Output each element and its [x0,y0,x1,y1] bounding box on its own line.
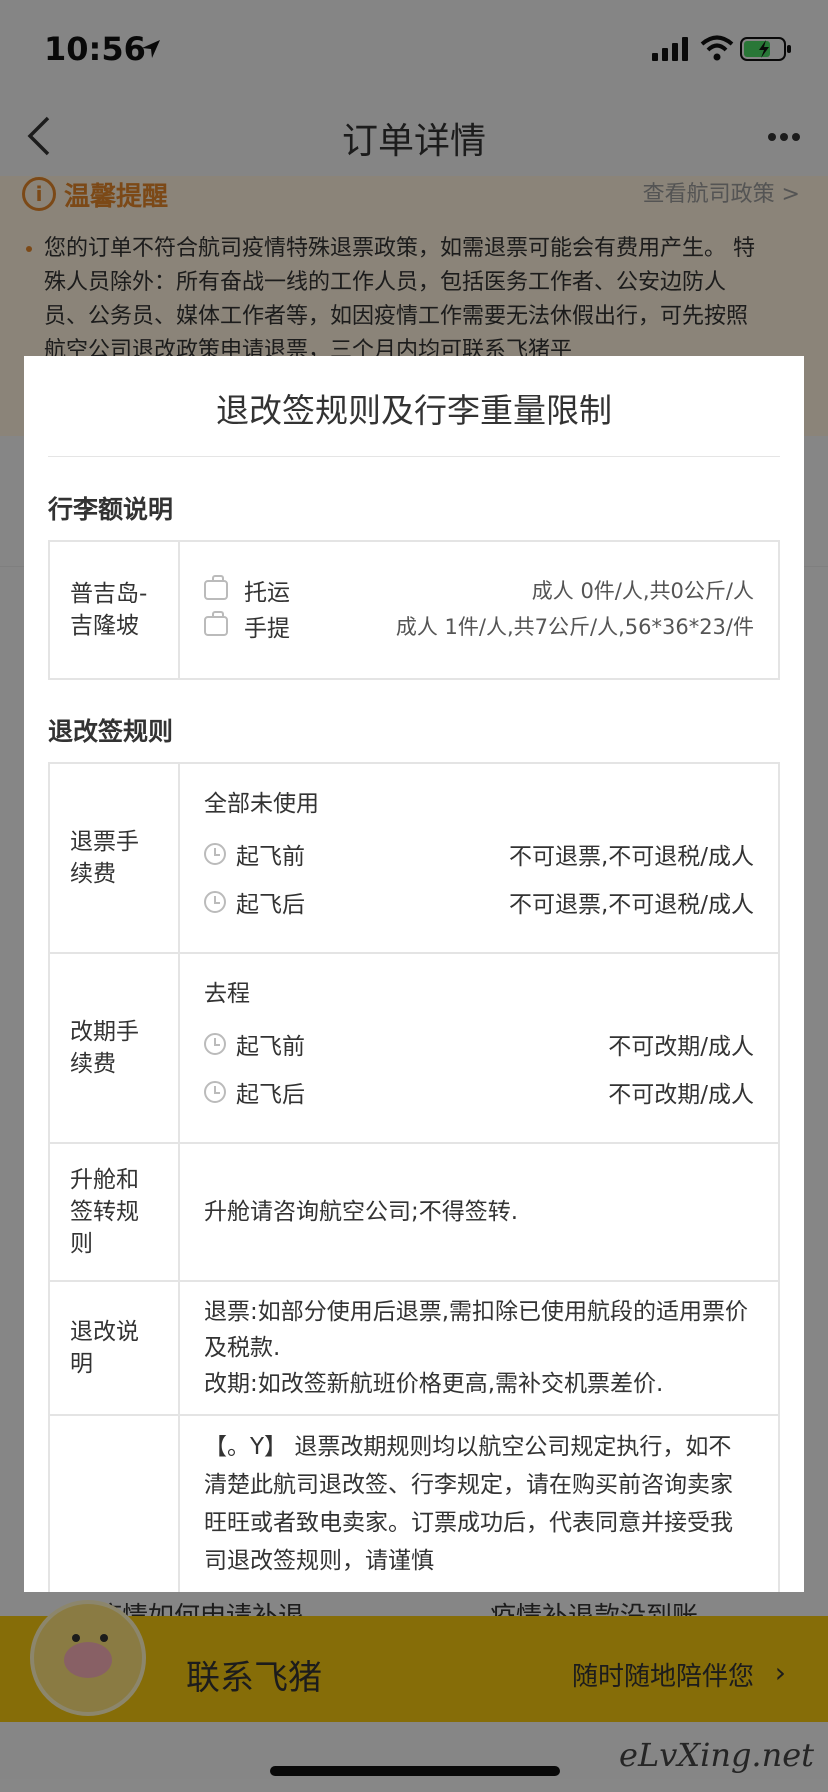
rule-value: 不可改期/成人 [608,1082,754,1108]
disclaimer-text: 【。Y】 退票改期规则均以航空公司规定执行，如不清楚此航司退改签、行李规定，请在… [204,1434,733,1574]
rule-value: 不可退票,不可退税/成人 [508,844,754,870]
refund-fee-label: 退票手续费 [50,764,180,952]
luggage-icon [204,575,228,600]
change-fee-row: 改期手续费 去程 起飞前 不可改期/成人 起飞后 不可改期/成人 [50,954,778,1144]
luggage-icon [204,611,228,636]
explain-change-text: 改期:如改签新航班价格更高,需补交机票差价. [204,1371,664,1397]
rule-line: 起飞前 不可退票,不可退税/成人 [204,830,754,878]
baggage-item: 手提 成人 1件/人,共7公斤/人,56*36*23/件 [204,608,754,644]
baggage-type: 手提 [244,616,290,642]
upgrade-text: 升舱请咨询航空公司;不得签转. [204,1199,519,1225]
baggage-allowance: 成人 1件/人,共7公斤/人,56*36*23/件 [395,615,754,639]
baggage-item: 托运 成人 0件/人,共0公斤/人 [204,572,754,608]
baggage-table: 普吉岛-吉隆坡 托运 成人 0件/人,共0公斤/人 手提 成人 1件/人,共7公… [48,540,780,680]
clock-icon [204,891,226,913]
clock-icon [204,843,226,865]
rule-line: 起飞前 不可改期/成人 [204,1020,754,1068]
clock-icon [204,1081,226,1103]
upgrade-label: 升舱和签转规则 [50,1144,180,1280]
modal-title: 退改签规则及行李重量限制 [216,391,612,430]
rules-section-title: 退改签规则 [48,717,174,746]
change-subhead: 去程 [204,981,250,1007]
disclaimer-label [50,1416,180,1592]
rule-line: 起飞后 不可改期/成人 [204,1068,754,1116]
baggage-row: 普吉岛-吉隆坡 托运 成人 0件/人,共0公斤/人 手提 成人 1件/人,共7公… [50,542,778,678]
rule-timing: 起飞前 [236,844,305,870]
upgrade-row: 升舱和签转规则 升舱请咨询航空公司;不得签转. [50,1144,778,1282]
modal-divider [48,456,780,457]
explain-label: 退改说明 [50,1282,180,1414]
disclaimer-row: 【。Y】 退票改期规则均以航空公司规定执行，如不清楚此航司退改签、行李规定，请在… [50,1416,778,1592]
explain-row: 退改说明 退票:如部分使用后退票,需扣除已使用航段的适用票价及税款. 改期:如改… [50,1282,778,1416]
rule-line: 起飞后 不可退票,不可退税/成人 [204,878,754,926]
rule-timing: 起飞后 [236,892,305,918]
rules-modal: 退改签规则及行李重量限制 行李额说明 普吉岛-吉隆坡 托运 成人 0件/人,共0… [24,356,804,1592]
route-label: 普吉岛-吉隆坡 [50,542,180,678]
rule-value: 不可改期/成人 [608,1034,754,1060]
clock-icon [204,1033,226,1055]
rule-value: 不可退票,不可退税/成人 [508,892,754,918]
baggage-type: 托运 [244,580,290,606]
baggage-section-title: 行李额说明 [48,495,174,524]
refund-fee-row: 退票手续费 全部未使用 起飞前 不可退票,不可退税/成人 起飞后 不可退票,不可… [50,764,778,954]
change-fee-label: 改期手续费 [50,954,180,1142]
rule-timing: 起飞前 [236,1034,305,1060]
baggage-allowance: 成人 0件/人,共0公斤/人 [531,579,754,603]
explain-refund-text: 退票:如部分使用后退票,需扣除已使用航段的适用票价及税款. [204,1299,749,1361]
refund-subhead: 全部未使用 [204,791,319,817]
rules-table: 退票手续费 全部未使用 起飞前 不可退票,不可退税/成人 起飞后 不可退票,不可… [48,762,780,1592]
rule-timing: 起飞后 [236,1082,305,1108]
